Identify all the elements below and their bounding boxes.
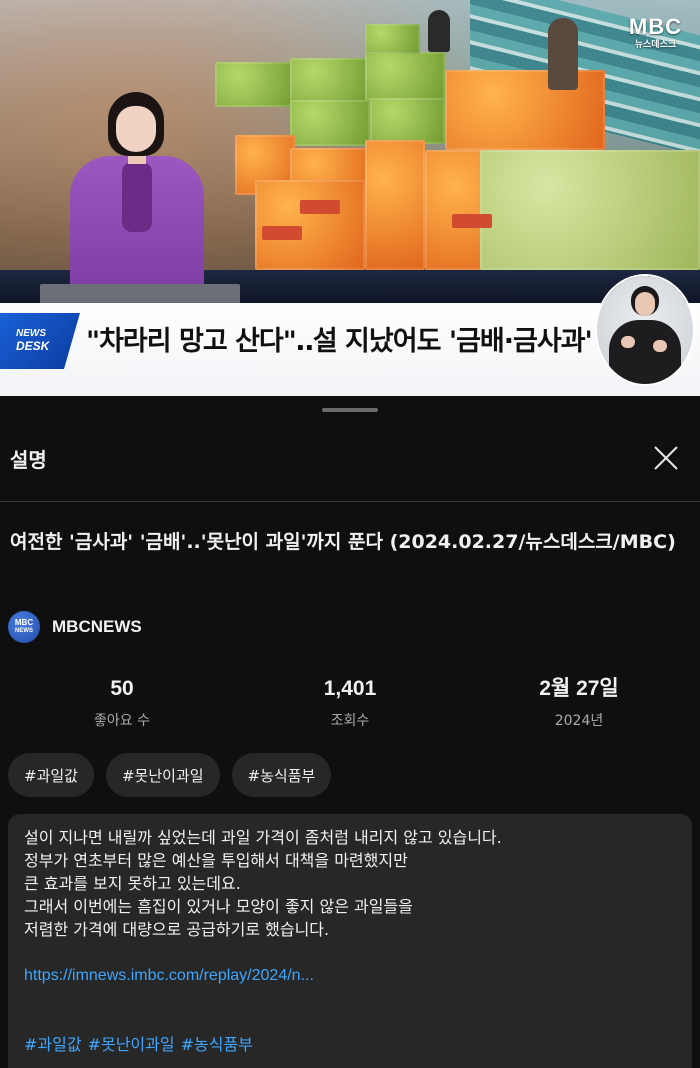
stat-label: 2024년 [554,713,604,729]
signer-body [609,320,681,384]
channel-name[interactable]: MBCNEWS [52,617,142,637]
fruit-crate [290,58,370,103]
stat-views: 1,401 조회수 [250,674,450,736]
hashtag-chips: #과일값 #못난이과일 #농식품부 [8,753,332,797]
stat-likes: 50 좋아요 수 [22,674,222,736]
stat-date: 2월 27일 2024년 [479,674,679,736]
fruit-crate [365,52,445,100]
hashtag-chip[interactable]: #못난이과일 [105,753,220,797]
avatar-line1: MBC [14,618,34,627]
description-link[interactable]: https://imnews.imbc.com/replay/2024/n... [24,964,676,987]
app-root: MBC 뉴스데스크 NEWS DESK "차라리 망고 산다"‥설 지났어도 '… [0,0,700,1068]
stat-value: 1,401 [323,677,377,700]
anchor-face [116,106,156,152]
description-box: 설이 지나면 내릴까 싶었는데 과일 가격이 좀처럼 내리지 않고 있습니다. … [8,814,692,1068]
description-line: 저렴한 가격에 대량으로 공급하기로 했습니다. [24,920,330,939]
avatar-line2: NEWS [15,628,33,634]
description-hashtags: #과일값 #못난이과일 #농식품부 [24,1033,676,1056]
signer-face [635,292,655,316]
hashtag-chip[interactable]: #과일값 [8,753,94,797]
shopper [428,10,450,52]
sheet-divider [0,501,700,502]
description-line: 그래서 이번에는 흠집이 있거나 모양이 좋지 않은 과일들을 [24,897,413,916]
anchor-desk [40,284,240,304]
news-anchor [40,92,240,306]
shopper [548,18,578,90]
description-line: 정부가 연초부터 많은 예산을 투입해서 대책을 마련했지만 [24,851,408,870]
channel-avatar[interactable]: MBC NEWS [8,611,40,643]
mbc-logo: MBC 뉴스데스크 [629,16,682,50]
stat-label: 좋아요 수 [94,713,150,729]
sheet-drag-handle[interactable] [322,408,378,412]
sheet-title: 설명 [10,448,47,472]
description-line: 설이 지나면 내릴까 싶었는데 과일 가격이 좀처럼 내리지 않고 있습니다. [24,828,502,847]
description-hashtag[interactable]: #과일값 [24,1033,82,1056]
video-title: 여전한 '금사과' '금배'..'못난이 과일'까지 푼다 (2024.02.2… [10,531,676,553]
hashtag-chip[interactable]: #농식품부 [231,753,332,797]
logo-main: MBC [628,14,682,39]
fruit-crate [215,62,295,107]
price-tag [300,200,340,214]
channel-row[interactable]: MBC NEWS MBCNEWS [8,610,142,644]
fruit-crate [290,100,370,146]
sign-language-interpreter [597,276,693,384]
video-player[interactable]: MBC 뉴스데스크 NEWS DESK "차라리 망고 산다"‥설 지났어도 '… [0,0,700,396]
fruit-crate [370,98,445,144]
description-line: 큰 효과를 보지 못하고 있는데요. [24,874,241,893]
anchor-scarf [122,162,152,232]
fruit-crate [480,150,700,270]
signer-hand [653,340,667,352]
stat-value: 2월 27일 [539,677,619,700]
signer-hand [621,336,635,348]
fruit-crate [365,24,420,54]
price-tag [262,226,302,240]
description-hashtag[interactable]: #농식품부 [181,1033,253,1056]
description-hashtag[interactable]: #못난이과일 [88,1033,175,1056]
fruit-crate [445,70,605,150]
video-headline: "차라리 망고 산다"‥설 지났어도 '금배·금사과' [86,326,593,357]
stat-label: 조회수 [330,713,370,729]
video-stats: 50 좋아요 수 1,401 조회수 2월 27일 2024년 [0,674,700,734]
logo-sub: 뉴스데스크 [634,39,677,49]
stat-value: 50 [110,677,134,700]
price-tag [452,214,492,228]
fruit-crate [255,180,365,270]
close-icon [654,446,678,470]
fruit-crate [365,140,425,270]
close-button[interactable] [648,440,684,476]
